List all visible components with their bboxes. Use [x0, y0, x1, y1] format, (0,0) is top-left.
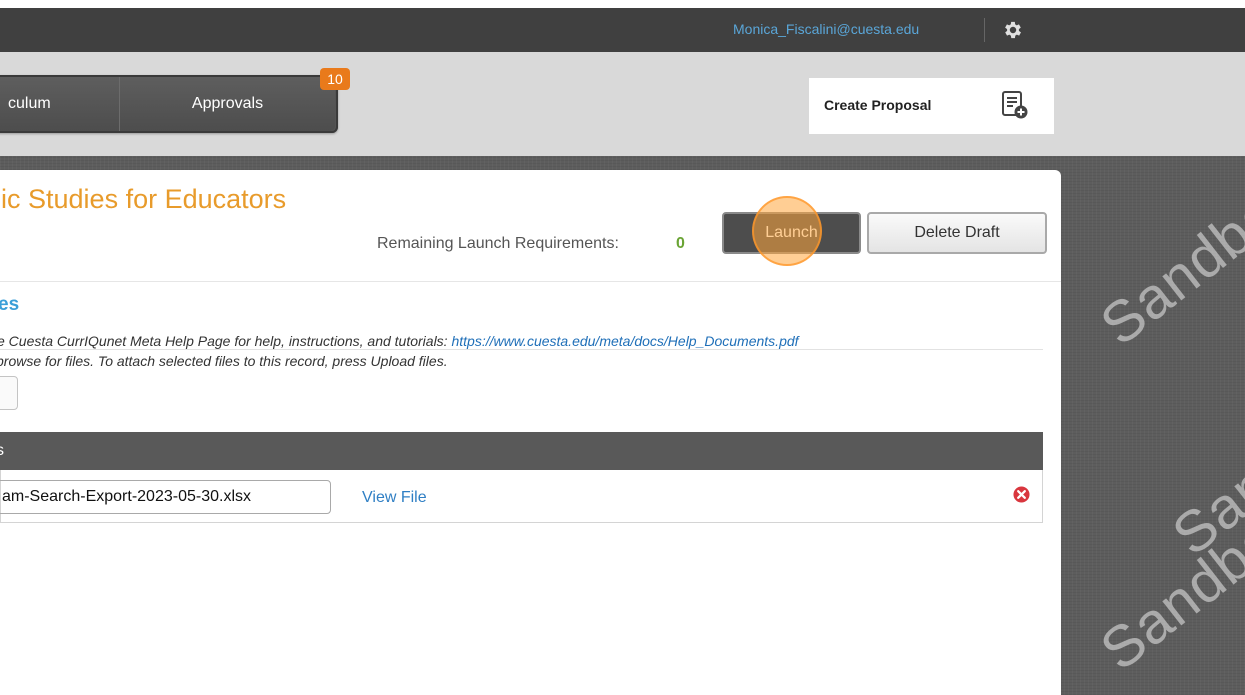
sandbox-watermark: Sandbox — [1088, 161, 1245, 359]
help-divider — [0, 349, 1043, 350]
remaining-requirements-count: 0 — [676, 235, 685, 252]
help-text: e Cuesta CurrIQunet Meta Help Page for h… — [0, 333, 799, 349]
browse-instructions: browse for files. To attach selected fil… — [0, 353, 448, 369]
view-file-link[interactable]: View File — [362, 489, 427, 507]
file-row: am-Search-Export-2023-05-30.xlsx View Fi… — [0, 470, 1043, 523]
main-tabs: culum Approvals — [0, 75, 338, 133]
gear-icon[interactable] — [1002, 19, 1024, 41]
user-email-link[interactable]: Monica_Fiscalini@cuesta.edu — [733, 21, 919, 37]
add-document-icon — [1002, 91, 1028, 119]
proposal-card: nic Studies for Educators Remaining Laun… — [0, 170, 1061, 695]
choose-files-button[interactable] — [0, 376, 18, 410]
create-proposal-label: Create Proposal — [824, 97, 932, 113]
launch-button[interactable]: Launch — [722, 212, 861, 254]
tab-curriculum-label: culum — [8, 95, 51, 112]
file-name-field[interactable]: am-Search-Export-2023-05-30.xlsx — [0, 480, 331, 514]
attached-files-heading: es — [0, 294, 20, 315]
tab-approvals-label: Approvals — [191, 95, 264, 112]
remaining-requirements-label: Remaining Launch Requirements: — [377, 235, 619, 252]
help-documents-link[interactable]: https://www.cuesta.edu/meta/docs/Help_Do… — [451, 333, 798, 349]
files-table-header-label: s — [0, 442, 4, 459]
navigation-band: culum Approvals 10 Create Proposal — [0, 52, 1245, 156]
top-bar-divider — [984, 18, 985, 42]
delete-draft-button[interactable]: Delete Draft — [867, 212, 1047, 254]
top-bar: Monica_Fiscalini@cuesta.edu — [0, 8, 1245, 52]
sandbox-watermark: Sandbox — [1160, 371, 1245, 569]
tab-curriculum[interactable]: culum — [0, 77, 120, 131]
create-proposal-button[interactable]: Create Proposal — [809, 78, 1054, 134]
remove-file-icon[interactable] — [1013, 486, 1030, 503]
approvals-count-badge: 10 — [320, 68, 350, 90]
header-divider — [0, 281, 1061, 282]
tab-approvals[interactable]: Approvals — [120, 77, 335, 131]
files-table-header: s — [0, 432, 1043, 470]
page-title: nic Studies for Educators — [0, 184, 287, 214]
file-name: am-Search-Export-2023-05-30.xlsx — [2, 488, 251, 505]
help-text-prefix: e Cuesta CurrIQunet Meta Help Page for h… — [0, 333, 448, 349]
app-frame: Monica_Fiscalini@cuesta.edu culum Approv… — [0, 8, 1245, 695]
